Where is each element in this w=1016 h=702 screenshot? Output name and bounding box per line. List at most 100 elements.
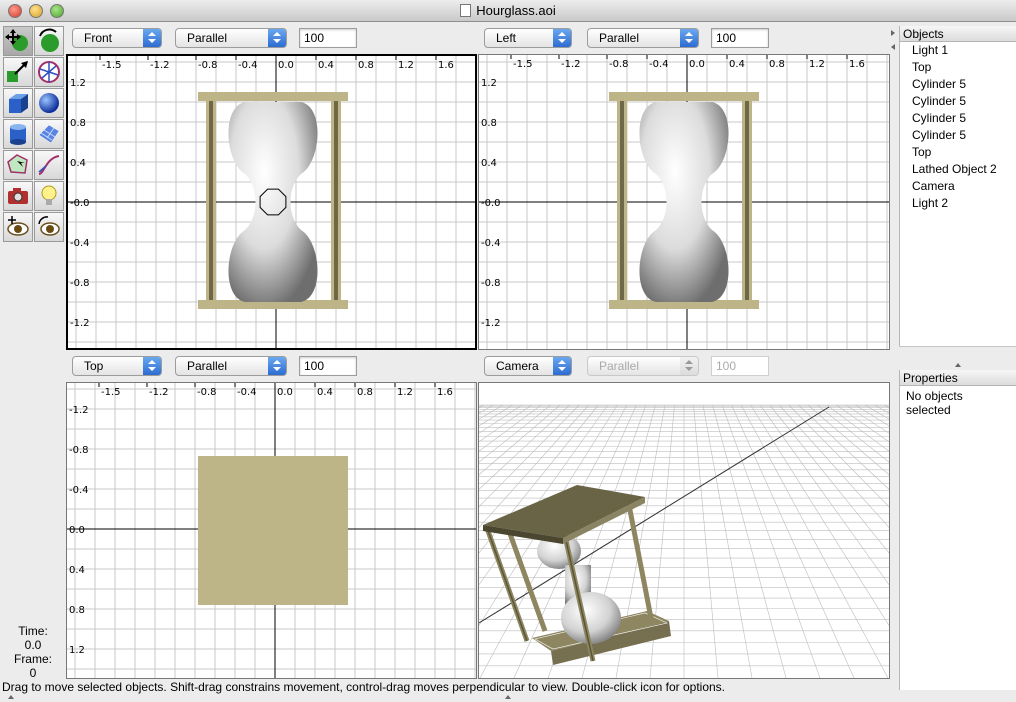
- collapse-arrow-icon[interactable]: [891, 30, 895, 36]
- time-label: Time:: [18, 624, 48, 638]
- cube-tool-icon[interactable]: [3, 88, 33, 118]
- left-projection-label: Parallel: [599, 31, 640, 45]
- hourglass-model[interactable]: [609, 92, 759, 309]
- x-tick-label: -0.8: [609, 59, 629, 70]
- pillar-shade: [334, 101, 338, 300]
- object-item[interactable]: Cylinder 5: [900, 127, 1016, 144]
- polygon-tool-icon[interactable]: [3, 150, 33, 180]
- x-tick-label: -1.5: [513, 59, 533, 70]
- object-item[interactable]: Top: [900, 144, 1016, 161]
- rotate-view-tool-icon[interactable]: [34, 212, 64, 242]
- left-scale-input[interactable]: 100: [711, 28, 769, 48]
- object-item[interactable]: Cylinder 5: [900, 93, 1016, 110]
- resize-up-icon[interactable]: [8, 695, 14, 699]
- chevron-updown-icon: [143, 357, 161, 375]
- y-tick-label: -0.4: [481, 238, 501, 249]
- hourglass-model[interactable]: [198, 92, 348, 309]
- x-tick-label: 0.0: [278, 60, 294, 71]
- object-item[interactable]: Cylinder 5: [900, 76, 1016, 93]
- y-tick-label: 0.8: [70, 118, 86, 129]
- tool-palette: [0, 26, 66, 248]
- objects-list: Light 1 Top Cylinder 5 Cylinder 5 Cylind…: [900, 42, 1016, 212]
- frame-label: Frame:: [13, 652, 52, 666]
- front-scale-input[interactable]: 100: [299, 28, 357, 48]
- y-tick-label: -0.0: [481, 198, 501, 209]
- x-tick-label: -0.4: [649, 59, 669, 70]
- object-item[interactable]: Light 2: [900, 195, 1016, 212]
- top-scale-input[interactable]: 100: [299, 356, 357, 376]
- hourglass-3d-model: [483, 485, 671, 665]
- y-tick-label: -0.8: [481, 278, 501, 289]
- top-view-header: Top Parallel 100: [66, 354, 477, 380]
- rotate-tool-icon[interactable]: [34, 26, 64, 56]
- x-tick-label: 0.8: [769, 59, 785, 70]
- time-value: 0.0: [24, 638, 42, 652]
- pillar-shade: [209, 101, 213, 300]
- chevron-updown-icon: [143, 29, 161, 47]
- light-tool-icon[interactable]: [34, 181, 64, 211]
- properties-panel: Properties No objects selected: [899, 370, 1016, 690]
- title-bar: Hourglass.aoi: [0, 0, 1016, 22]
- top-projection-select[interactable]: Parallel: [175, 356, 287, 376]
- camera-viewport[interactable]: [478, 382, 890, 679]
- move-tool-icon[interactable]: [3, 26, 33, 56]
- properties-message: No objects selected: [906, 389, 963, 417]
- object-item[interactable]: Camera: [900, 178, 1016, 195]
- y-tick-label: -1.2: [481, 318, 501, 329]
- camera-view-select-label: Camera: [496, 359, 539, 373]
- object-item[interactable]: Top: [900, 59, 1016, 76]
- pillar-shade: [745, 101, 749, 300]
- splitter-grip-icon: [955, 363, 961, 367]
- x-tick-label: -1.2: [561, 59, 581, 70]
- camera-view-select[interactable]: Camera: [484, 356, 572, 376]
- y-tick-label: 0.4: [481, 158, 497, 169]
- expand-arrow-icon[interactable]: [891, 44, 895, 50]
- x-tick-label: 1.2: [397, 387, 413, 398]
- properties-header: Properties: [900, 370, 1016, 386]
- y-tick-label: -1.2: [70, 318, 90, 329]
- left-projection-select[interactable]: Parallel: [587, 28, 699, 48]
- top-plate-square[interactable]: [198, 456, 348, 605]
- application-window: Hourglass.aoi Front Parallel 100 Left Pa…: [0, 0, 1016, 702]
- curve-tool-icon[interactable]: [34, 150, 64, 180]
- resize-up-icon[interactable]: [505, 695, 511, 699]
- top-viewport[interactable]: -1.5 -1.2 -0.8 -0.4 0.0 0.4 0.8 1.2 1.6 -1.2 -0.8 -…: [66, 382, 477, 679]
- x-tick-label: -0.8: [198, 60, 218, 71]
- camera-projection-select: Parallel: [587, 356, 699, 376]
- scale-tool-icon[interactable]: [3, 57, 33, 87]
- y-tick-label: 0.8: [481, 118, 497, 129]
- left-viewport[interactable]: -1.5 -1.2 -0.8 -0.4 0.0 0.4 0.8 1.2 1.6 1.2 0.8 0.4…: [478, 54, 890, 350]
- front-view-select[interactable]: Front: [72, 28, 162, 48]
- object-item[interactable]: Light 1: [900, 42, 1016, 59]
- front-view-header: Front Parallel 100: [66, 26, 477, 52]
- panel-splitter[interactable]: [899, 346, 1016, 370]
- mesh-tool-icon[interactable]: [34, 119, 64, 149]
- object-item[interactable]: Lathed Object 2: [900, 161, 1016, 178]
- front-view-select-label: Front: [84, 31, 113, 45]
- left-view-header: Left Parallel 100: [478, 26, 890, 52]
- y-tick-label: -0.4: [69, 485, 89, 496]
- left-view-select[interactable]: Left: [484, 28, 572, 48]
- chevron-updown-icon: [553, 357, 571, 375]
- sphere-tool-icon[interactable]: [34, 88, 64, 118]
- y-tick-label: 1.2: [69, 645, 85, 656]
- document-icon: [460, 4, 472, 17]
- y-tick-label: -0.8: [70, 278, 90, 289]
- cylinder-tool-icon[interactable]: [3, 119, 33, 149]
- front-projection-select[interactable]: Parallel: [175, 28, 287, 48]
- front-viewport[interactable]: -1.5 -1.2 -0.8 -0.4 0.0 0.4 0.8 1.2 1.6 1.2 0.8 0.4…: [66, 54, 477, 350]
- object-item[interactable]: Cylinder 5: [900, 110, 1016, 127]
- camera-projection-label: Parallel: [599, 359, 640, 373]
- x-tick-label: -0.4: [237, 387, 257, 398]
- top-view-select-label: Top: [84, 359, 104, 373]
- skew-tool-icon[interactable]: [34, 57, 64, 87]
- y-tick-label: 0.4: [70, 158, 86, 169]
- top-view-select[interactable]: Top: [72, 356, 162, 376]
- x-tick-label: -1.5: [102, 60, 122, 71]
- x-tick-label: -1.5: [101, 387, 121, 398]
- move-view-tool-icon[interactable]: [3, 212, 33, 242]
- y-tick-label: 0.0: [69, 525, 85, 536]
- chevron-updown-icon: [553, 29, 571, 47]
- camera-tool-icon[interactable]: [3, 181, 33, 211]
- x-tick-label: 1.6: [438, 60, 454, 71]
